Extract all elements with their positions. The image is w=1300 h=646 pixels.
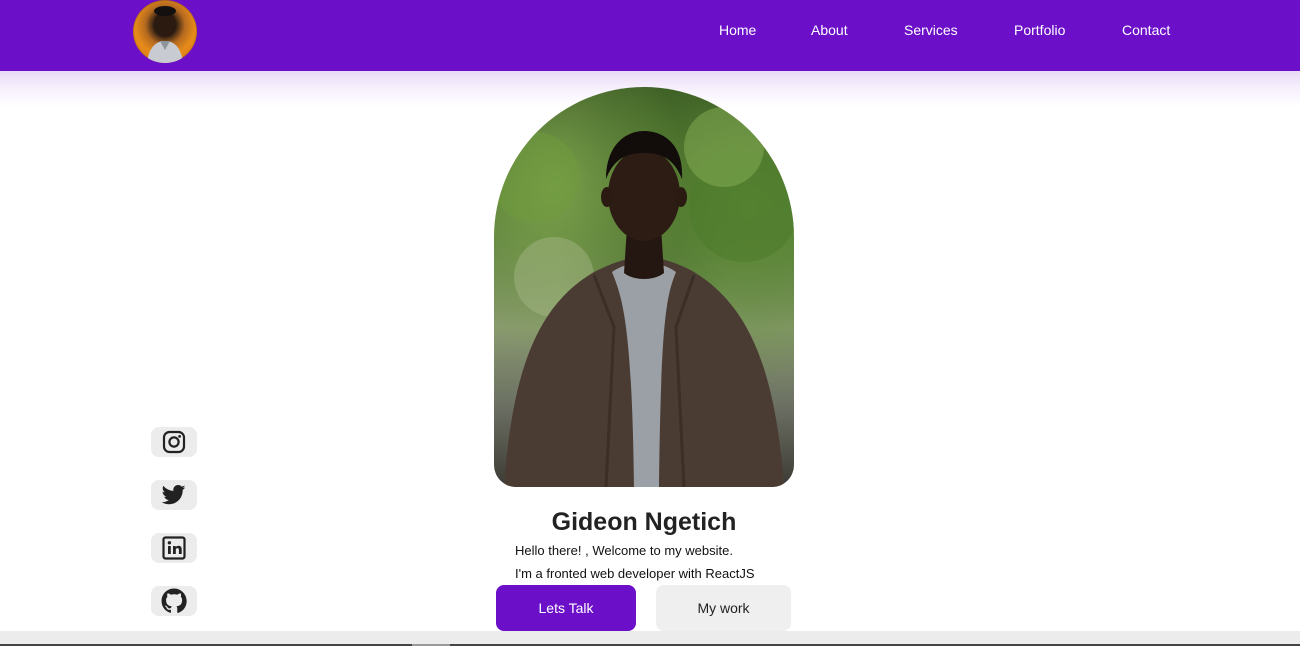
instagram-icon	[162, 430, 186, 454]
horizontal-scrollbar[interactable]	[0, 631, 1300, 646]
nav-home[interactable]: Home	[719, 22, 756, 38]
nav-portfolio[interactable]: Portfolio	[1014, 22, 1065, 38]
lets-talk-button[interactable]: Lets Talk	[496, 585, 636, 631]
instagram-link[interactable]	[151, 427, 197, 457]
nav-about[interactable]: About	[811, 22, 848, 38]
linkedin-link[interactable]	[151, 533, 197, 563]
hero-name: Gideon Ngetich	[551, 508, 737, 536]
hero-tagline: I'm a fronted web developer with ReactJS	[515, 566, 755, 581]
navbar: Home About Services Portfolio Contact	[0, 0, 1300, 71]
nav-menu: Home About Services Portfolio Contact	[0, 22, 1300, 42]
linkedin-icon	[162, 536, 186, 560]
nav-contact[interactable]: Contact	[1122, 22, 1170, 38]
github-link[interactable]	[151, 586, 197, 616]
twitter-icon	[162, 485, 186, 505]
profile-photo	[494, 87, 794, 487]
nav-services[interactable]: Services	[904, 22, 958, 38]
hero-greeting: Hello there! , Welcome to my website.	[515, 543, 733, 558]
github-icon	[161, 588, 187, 613]
twitter-link[interactable]	[151, 480, 197, 510]
my-work-button[interactable]: My work	[656, 585, 791, 631]
